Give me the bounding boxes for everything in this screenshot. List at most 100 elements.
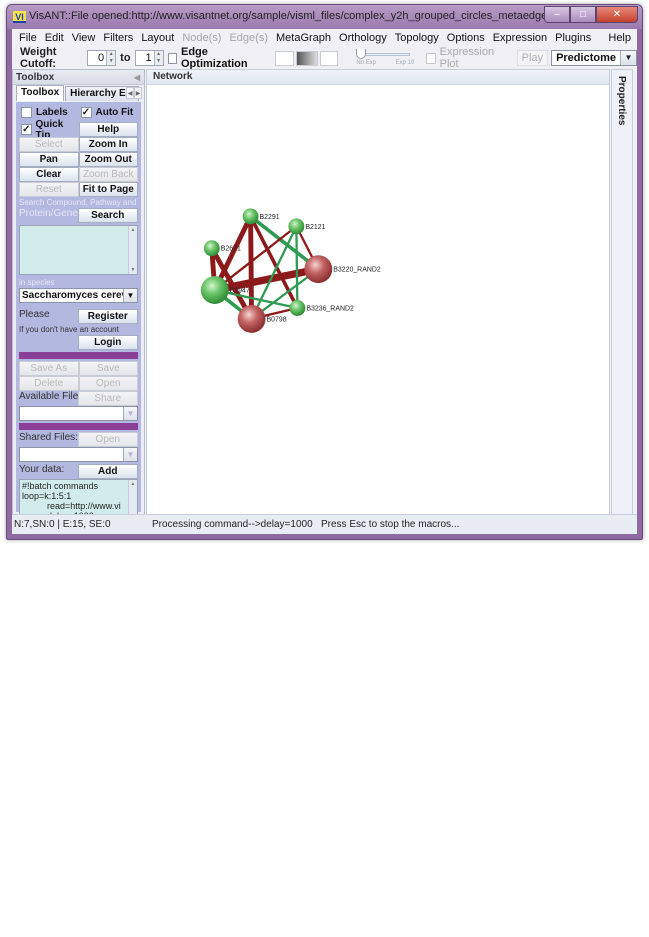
menu-edges[interactable]: Edge(s): [225, 32, 272, 44]
chevron-down-icon[interactable]: ▼: [123, 448, 137, 461]
node-B3220_RAND2[interactable]: [304, 255, 333, 284]
menu-plugins[interactable]: Plugins: [551, 32, 595, 44]
weight-from-value[interactable]: 0: [88, 52, 106, 64]
register-button[interactable]: Register: [77, 309, 138, 324]
species-select[interactable]: Saccharomyces cerevi... ▼: [19, 288, 138, 303]
tab-scroll-right-icon[interactable]: ▶: [134, 87, 142, 99]
toolbox-header: Toolbox ◀: [13, 70, 144, 85]
menu-help[interactable]: Help: [604, 32, 635, 44]
scroll-up-icon[interactable]: ▲: [129, 480, 137, 488]
pin-icon[interactable]: ◀: [134, 73, 140, 82]
node-B3236_RAND2[interactable]: [289, 299, 306, 316]
node-label-B2121: B2121: [305, 224, 325, 231]
checkmark-icon[interactable]: ✓: [80, 107, 92, 118]
slider-thumb[interactable]: [356, 49, 367, 59]
spinner-up-icon[interactable]: ▲: [154, 51, 163, 58]
node-B1947[interactable]: [200, 276, 229, 304]
node-B2121[interactable]: [288, 218, 305, 235]
share-button[interactable]: Share: [77, 391, 138, 406]
search-button[interactable]: Search: [77, 208, 138, 223]
menu-topology[interactable]: Topology: [391, 32, 443, 44]
low-color-swatch[interactable]: [274, 50, 294, 66]
quicktip-checkbox[interactable]: ✓ Quick Tip: [19, 119, 79, 141]
save-as-button[interactable]: Save As: [19, 361, 79, 376]
chevron-down-icon[interactable]: ▼: [123, 289, 137, 302]
zoom-out-button[interactable]: Zoom Out: [78, 152, 138, 167]
delete-button[interactable]: Delete: [19, 376, 79, 391]
visant-app-icon: VI: [13, 11, 26, 23]
chevron-down-icon[interactable]: ▼: [123, 407, 137, 420]
minimize-button[interactable]: –: [544, 6, 570, 23]
play-button[interactable]: Play: [516, 50, 549, 66]
reset-button[interactable]: Reset: [19, 182, 79, 197]
expression-slider[interactable]: No Exp Exp 10: [346, 48, 418, 68]
menu-filters[interactable]: Filters: [99, 32, 137, 44]
save-button[interactable]: Save: [78, 361, 138, 376]
properties-panel[interactable]: Properties: [611, 69, 633, 515]
spinner-up-icon[interactable]: ▲: [107, 51, 116, 58]
available-files-select[interactable]: ▼: [19, 406, 138, 421]
add-button[interactable]: Add: [77, 464, 138, 479]
weight-to-value[interactable]: 1: [136, 52, 154, 64]
menu-file[interactable]: File: [15, 32, 41, 44]
shared-open-button[interactable]: Open: [77, 432, 138, 447]
login-button[interactable]: Login: [77, 335, 138, 350]
title-bar[interactable]: VI VisANT::File opened:http://www.visant…: [7, 5, 642, 29]
network-graph[interactable]: B2291 B2121 B2671 B3220_RAND2 B1947 B3236_RAN…: [147, 85, 609, 514]
properties-tab[interactable]: Properties: [616, 76, 627, 125]
expression-plot-checkbox[interactable]: Expression Plot: [426, 46, 502, 70]
scroll-down-icon[interactable]: ▼: [129, 266, 137, 274]
search-input[interactable]: ▲ ▼: [19, 225, 138, 275]
zoom-back-button[interactable]: Zoom Back: [78, 167, 138, 182]
graph-counts: N:7,SN:0 | E:15, SE:0: [14, 519, 111, 530]
select-button[interactable]: Select: [19, 137, 79, 152]
species-value[interactable]: Saccharomyces cerevi...: [20, 289, 123, 302]
menu-expression[interactable]: Expression: [489, 32, 551, 44]
checkmark-icon[interactable]: ✓: [21, 124, 32, 135]
slider-track[interactable]: [362, 53, 411, 56]
tab-scroll-left-icon[interactable]: ◀: [126, 87, 134, 99]
menu-edit[interactable]: Edit: [41, 32, 68, 44]
checkbox-icon[interactable]: [21, 107, 32, 118]
edge-B2121-B3236_RAND2[interactable]: [295, 225, 299, 310]
menu-view[interactable]: View: [68, 32, 100, 44]
dataset-select[interactable]: Predictome ▼: [551, 50, 637, 66]
checkbox-icon[interactable]: [426, 52, 436, 64]
autofit-label: Auto Fit: [95, 107, 134, 118]
menu-options[interactable]: Options: [443, 32, 489, 44]
dataset-select-value[interactable]: Predictome: [552, 52, 620, 64]
zoom-in-button[interactable]: Zoom In: [78, 137, 138, 152]
shared-files-select[interactable]: ▼: [19, 447, 138, 462]
gradient-swatch[interactable]: [295, 50, 318, 66]
close-button[interactable]: ✕: [596, 6, 638, 23]
spinner-down-icon[interactable]: ▼: [154, 58, 163, 65]
maximize-button[interactable]: □: [570, 6, 596, 23]
autofit-checkbox[interactable]: ✓ Auto Fit: [79, 105, 139, 120]
pan-button[interactable]: Pan: [19, 152, 79, 167]
help-button[interactable]: Help: [78, 122, 138, 137]
checkbox-icon[interactable]: [167, 52, 177, 64]
menu-metagraph[interactable]: MetaGraph: [272, 32, 335, 44]
weight-to-spinner[interactable]: 1 ▲ ▼: [134, 50, 164, 66]
open-button[interactable]: Open: [78, 376, 138, 391]
edge-B2291-B0798[interactable]: [248, 213, 255, 322]
toolbox-panel: Toolbox ◀ Toolbox Hierarchy E... ◀ ▶ Labe…: [12, 69, 145, 531]
tab-toolbox[interactable]: Toolbox: [16, 85, 65, 101]
menu-orthology[interactable]: Orthology: [335, 32, 391, 44]
labels-label: Labels: [36, 107, 68, 118]
node-B0798[interactable]: [237, 304, 266, 333]
node-B2291[interactable]: [242, 208, 259, 225]
menu-layout[interactable]: Layout: [137, 32, 178, 44]
scroll-up-icon[interactable]: ▲: [129, 226, 137, 234]
clear-button[interactable]: Clear: [19, 167, 79, 182]
network-canvas[interactable]: B2291 B2121 B2671 B3220_RAND2 B1947 B3236_RAN…: [147, 85, 609, 514]
menu-nodes[interactable]: Node(s): [178, 32, 225, 44]
edge-optimization-checkbox[interactable]: Edge Optimization: [167, 46, 261, 70]
spinner-down-icon[interactable]: ▼: [107, 58, 116, 65]
fit-to-page-button[interactable]: Fit to Page: [78, 182, 138, 197]
chevron-down-icon[interactable]: ▼: [619, 51, 636, 65]
weight-from-spinner[interactable]: 0 ▲ ▼: [87, 50, 117, 66]
search-scrollbar[interactable]: ▲ ▼: [128, 226, 137, 274]
node-B2671[interactable]: [203, 240, 220, 257]
high-color-swatch[interactable]: [319, 50, 339, 66]
